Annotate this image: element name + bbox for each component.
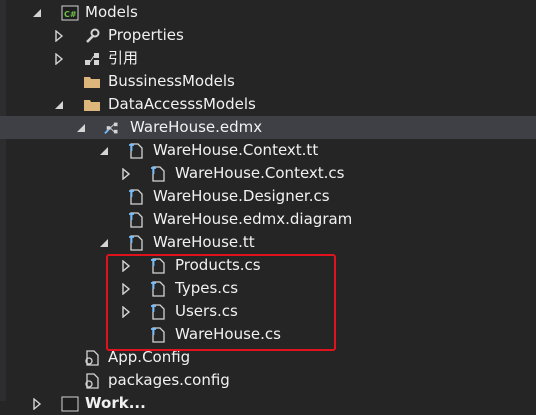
tree-item-label: Work... <box>85 394 146 412</box>
cs-file-icon <box>149 165 167 183</box>
folder-icon <box>83 73 101 91</box>
solution-explorer-tree: C# Models Properties 引用 BussinessModels <box>0 0 536 412</box>
svg-text:C#: C# <box>64 10 77 19</box>
red-highlight-box <box>106 254 336 351</box>
expanded-arrow-icon[interactable] <box>98 237 110 249</box>
tree-item-label: Models <box>85 3 138 21</box>
tree-item-label: WareHouse.Context.tt <box>153 141 319 159</box>
folder-icon <box>83 96 101 114</box>
tree-item-label: WareHouse.edmx <box>130 118 263 136</box>
tree-item-label: Properties <box>108 26 184 44</box>
collapsed-arrow-icon[interactable] <box>31 398 43 410</box>
wrench-icon <box>83 27 101 45</box>
cs-file-icon <box>127 211 145 229</box>
tt-file-icon <box>127 234 145 252</box>
config-file-icon <box>83 349 101 367</box>
collapsed-arrow-icon[interactable] <box>53 53 65 65</box>
tree-item-warehouse-context-cs[interactable]: WareHouse.Context.cs <box>0 162 536 185</box>
tt-file-icon <box>127 142 145 160</box>
config-file-icon <box>83 372 101 390</box>
expanded-arrow-icon[interactable] <box>53 99 65 111</box>
tree-item-label: WareHouse.Context.cs <box>175 164 345 182</box>
edmx-icon <box>104 119 122 137</box>
collapsed-arrow-icon[interactable] <box>53 30 65 42</box>
tree-item-label: DataAccesssModels <box>108 95 256 113</box>
tree-item-warehouse-designer-cs[interactable]: WareHouse.Designer.cs <box>0 185 536 208</box>
cs-file-icon <box>127 188 145 206</box>
tree-item-packages-config[interactable]: packages.config <box>0 369 536 392</box>
tree-item-warehouse-context-tt[interactable]: WareHouse.Context.tt <box>0 139 536 162</box>
tree-item-warehouse-edmx[interactable]: WareHouse.edmx <box>0 116 536 139</box>
expanded-arrow-icon[interactable] <box>31 7 43 19</box>
tree-item-warehouse-edmx-diagram[interactable]: WareHouse.edmx.diagram <box>0 208 536 231</box>
tree-item-warehouse-tt[interactable]: WareHouse.tt <box>0 231 536 254</box>
tree-item-label: WareHouse.Designer.cs <box>153 187 330 205</box>
expanded-arrow-icon[interactable] <box>75 122 87 134</box>
references-icon <box>83 50 101 68</box>
tree-item-label: WareHouse.edmx.diagram <box>153 210 353 228</box>
tree-item-dataaccesssmodels[interactable]: DataAccesssModels <box>0 93 536 116</box>
tree-item-label: BussinessModels <box>108 72 235 90</box>
tree-item-label: 引用 <box>108 49 139 67</box>
tree-item-references[interactable]: 引用 <box>0 47 536 70</box>
csharp-project-icon: C# <box>61 4 79 22</box>
tree-item-bussinessmodels[interactable]: BussinessModels <box>0 70 536 93</box>
tree-item-next-project[interactable]: Work... <box>0 392 536 415</box>
tree-item-label: packages.config <box>108 371 230 389</box>
collapsed-arrow-icon[interactable] <box>120 168 132 180</box>
csharp-project-icon <box>61 395 79 413</box>
tree-item-properties[interactable]: Properties <box>0 24 536 47</box>
expanded-arrow-icon[interactable] <box>98 145 110 157</box>
tree-item-models[interactable]: C# Models <box>0 1 536 24</box>
tree-item-label: WareHouse.tt <box>153 233 255 251</box>
